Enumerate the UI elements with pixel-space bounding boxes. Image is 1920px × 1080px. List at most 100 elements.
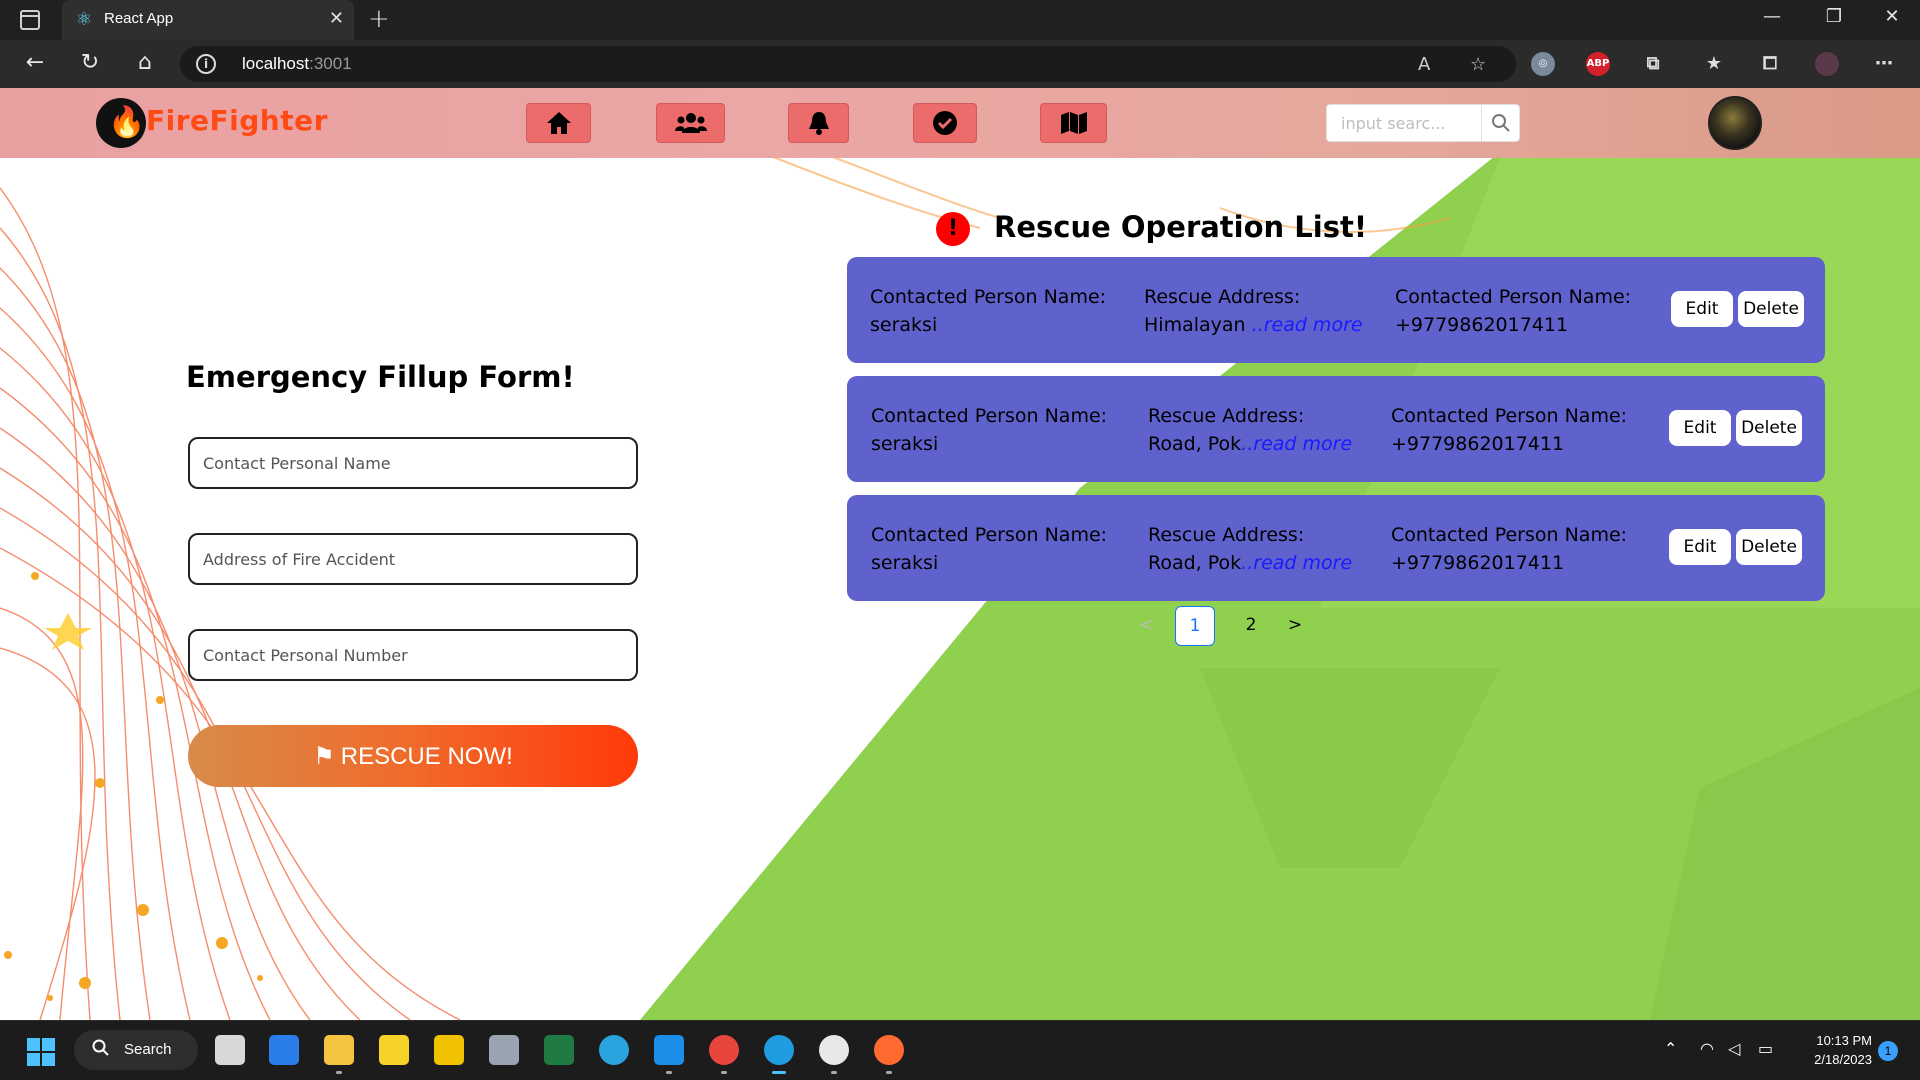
taskbar-search-label: Search bbox=[124, 1041, 172, 1058]
pagination-prev[interactable]: < bbox=[1126, 606, 1166, 646]
browser-tab[interactable]: ⚛ React App ✕ bbox=[62, 0, 354, 40]
edit-button[interactable]: Edit bbox=[1669, 529, 1731, 565]
rescue-address-field: Rescue Address: Road, Pok..read more bbox=[1148, 521, 1352, 577]
taskbar-search[interactable]: Search bbox=[74, 1030, 198, 1070]
contact-name-value: seraksi bbox=[870, 314, 938, 336]
favorite-add-icon[interactable]: ☆ bbox=[1470, 54, 1486, 75]
page: 🔥 FireFighter input searc... Emergency F… bbox=[0, 88, 1920, 1020]
profile-icon[interactable] bbox=[1815, 52, 1839, 76]
taskbar-clock[interactable]: 10:13 PM 2/18/2023 bbox=[1798, 1031, 1872, 1069]
file-explorer-icon[interactable] bbox=[324, 1035, 354, 1065]
delete-button[interactable]: Delete bbox=[1736, 529, 1802, 565]
car-app-icon[interactable] bbox=[215, 1035, 245, 1065]
delete-button[interactable]: Delete bbox=[1736, 410, 1802, 446]
adblock-icon[interactable]: ABP bbox=[1586, 52, 1610, 76]
microsoft-store-icon[interactable] bbox=[269, 1035, 299, 1065]
rescue-card: Contacted Person Name: seraksi Rescue Ad… bbox=[847, 376, 1825, 482]
url-text: localhost:3001 bbox=[242, 54, 352, 73]
nav-tasks-button[interactable] bbox=[913, 103, 977, 143]
map-icon bbox=[1060, 112, 1087, 134]
more-menu-icon[interactable]: ⋯ bbox=[1872, 52, 1896, 76]
windows-taskbar: Search ⌃ ◠ ◁ ▭ 10:13 PM 2/18/2023 1 bbox=[0, 1020, 1920, 1080]
read-more-link[interactable]: ..read more bbox=[1252, 314, 1363, 336]
volume-icon[interactable]: ◁ bbox=[1728, 1039, 1740, 1058]
extensions-puzzle-icon[interactable]: ⧉ bbox=[1641, 52, 1665, 76]
running-indicator bbox=[886, 1071, 892, 1074]
pagination-page-1[interactable]: 1 bbox=[1175, 606, 1215, 646]
calculator-icon[interactable] bbox=[489, 1035, 519, 1065]
pagination-next[interactable]: > bbox=[1275, 606, 1315, 646]
tab-title: React App bbox=[104, 10, 174, 27]
mongodb-compass-icon[interactable] bbox=[819, 1035, 849, 1065]
url-bar[interactable]: i localhost:3001 A ☆ bbox=[180, 46, 1516, 82]
rescue-address-field: Rescue Address: Road, Pok..read more bbox=[1148, 402, 1352, 458]
search-button[interactable] bbox=[1481, 105, 1519, 141]
delete-button[interactable]: Delete bbox=[1738, 291, 1804, 327]
vscode-icon[interactable] bbox=[654, 1035, 684, 1065]
windows-start-icon[interactable] bbox=[27, 1038, 55, 1066]
search-icon bbox=[92, 1039, 109, 1056]
notification-badge[interactable]: 1 bbox=[1878, 1041, 1898, 1061]
show-hidden-icons-icon[interactable]: ⌃ bbox=[1664, 1039, 1677, 1058]
favorites-icon[interactable]: ★ bbox=[1702, 52, 1726, 76]
user-avatar[interactable] bbox=[1708, 96, 1762, 150]
close-window-icon[interactable]: ✕ bbox=[1872, 6, 1912, 27]
active-indicator bbox=[772, 1071, 786, 1074]
logo-text[interactable]: FireFighter bbox=[146, 104, 328, 137]
chrome-icon[interactable] bbox=[709, 1035, 739, 1065]
excel-icon[interactable] bbox=[544, 1035, 574, 1065]
users-icon bbox=[674, 113, 707, 133]
contact-name-field: Contacted Person Name: seraksi bbox=[870, 283, 1106, 339]
home-browser-icon[interactable]: ⌂ bbox=[130, 50, 160, 75]
wifi-icon[interactable]: ◠ bbox=[1700, 1039, 1714, 1058]
nav-users-button[interactable] bbox=[656, 103, 725, 143]
read-more-link[interactable]: ..read more bbox=[1241, 552, 1352, 574]
contact-phone-value: +9779862017411 bbox=[1391, 552, 1565, 574]
contact-name-field: Contacted Person Name: seraksi bbox=[871, 521, 1107, 577]
edit-button[interactable]: Edit bbox=[1669, 410, 1731, 446]
search-input[interactable] bbox=[1327, 105, 1483, 141]
clock-date: 2/18/2023 bbox=[1814, 1052, 1872, 1067]
site-info-icon[interactable]: i bbox=[196, 54, 216, 74]
restore-icon[interactable]: ❐ bbox=[1814, 6, 1854, 27]
nav-home-button[interactable] bbox=[526, 103, 591, 143]
contact-phone-field: Contacted Person Name: +9779862017411 bbox=[1391, 402, 1627, 458]
sticky-notes-icon[interactable] bbox=[379, 1035, 409, 1065]
contact-number-input[interactable] bbox=[188, 629, 638, 681]
contact-phone-label: Contacted Person Name: bbox=[1395, 286, 1632, 308]
new-tab-icon[interactable]: + bbox=[368, 4, 390, 34]
contact-phone-field: Contacted Person Name: +9779862017411 bbox=[1395, 283, 1631, 339]
read-more-link[interactable]: ..read more bbox=[1241, 433, 1352, 455]
read-aloud-icon[interactable]: A bbox=[1418, 54, 1430, 75]
fire-address-input[interactable] bbox=[188, 533, 638, 585]
logo[interactable]: 🔥 bbox=[96, 98, 146, 148]
rescue-now-button[interactable]: ⚑ RESCUE NOW! bbox=[188, 725, 638, 787]
battery-icon[interactable]: ▭ bbox=[1758, 1039, 1773, 1058]
rescue-address-label: Rescue Address: bbox=[1148, 524, 1305, 546]
collections-icon[interactable]: ⧠ bbox=[1758, 52, 1782, 76]
address-toolbar: ← ↻ ⌂ i localhost:3001 A ☆ bbox=[0, 40, 1920, 88]
telegram-icon[interactable] bbox=[599, 1035, 629, 1065]
close-tab-icon[interactable]: ✕ bbox=[329, 8, 344, 29]
edge-icon[interactable] bbox=[764, 1035, 794, 1065]
extension-icon[interactable]: ◎ bbox=[1531, 52, 1555, 76]
flame-icon: 🔥 bbox=[108, 105, 146, 140]
nav-notifications-button[interactable] bbox=[788, 103, 849, 143]
nav-map-button[interactable] bbox=[1040, 103, 1107, 143]
back-icon[interactable]: ← bbox=[20, 50, 50, 75]
contact-name-label: Contacted Person Name: bbox=[871, 524, 1108, 546]
minimize-icon[interactable]: — bbox=[1752, 6, 1792, 27]
search-icon bbox=[1492, 114, 1510, 132]
react-logo-icon: ⚛ bbox=[75, 9, 93, 30]
postman-icon[interactable] bbox=[874, 1035, 904, 1065]
alert-icon: ! bbox=[936, 212, 970, 246]
tab-actions-icon[interactable] bbox=[20, 10, 40, 30]
flag-icon: ⚑ bbox=[313, 742, 335, 770]
edit-button[interactable]: Edit bbox=[1671, 291, 1733, 327]
bell-icon bbox=[808, 112, 829, 135]
refresh-icon[interactable]: ↻ bbox=[75, 50, 105, 75]
media-player-icon[interactable] bbox=[434, 1035, 464, 1065]
rescue-address-label: Rescue Address: bbox=[1144, 286, 1301, 308]
pagination-page-2[interactable]: 2 bbox=[1231, 606, 1271, 646]
contact-name-input[interactable] bbox=[188, 437, 638, 489]
